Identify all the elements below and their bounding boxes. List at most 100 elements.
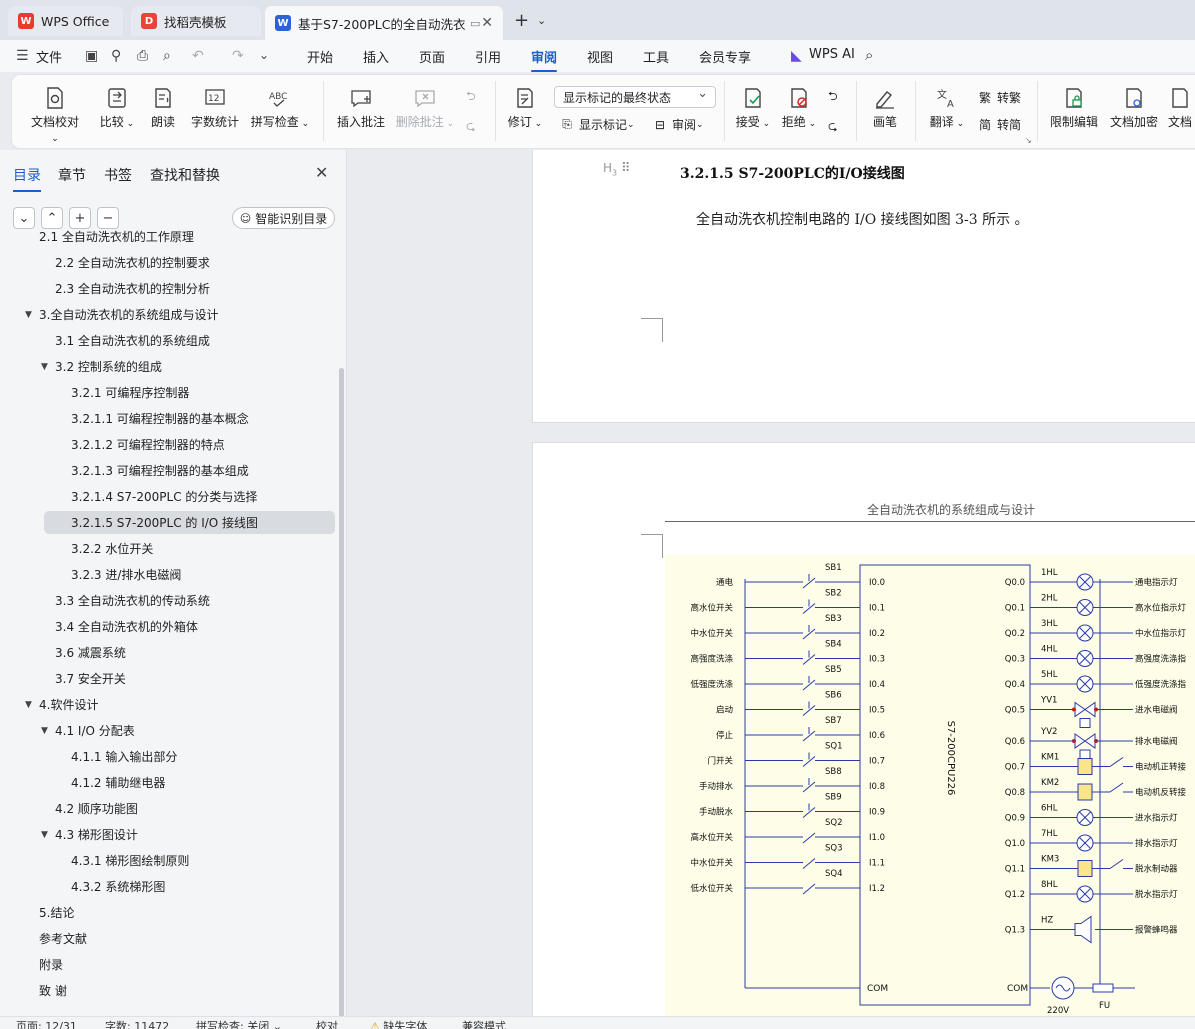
markup-state-select[interactable]: 显示标记的最终状态 <box>554 86 716 108</box>
toc-item[interactable]: 3.7 安全开关 <box>55 667 126 690</box>
toc-item[interactable]: 参考文献 <box>39 927 87 950</box>
caret-down-icon[interactable]: ▼ <box>25 310 39 320</box>
smart-toc-button[interactable]: ☺ 智能识别目录 <box>232 207 335 229</box>
toc-item[interactable]: 2.1 全自动洗衣机的工作原理 <box>39 225 194 248</box>
print-preview-icon[interactable]: ⌕ <box>163 48 171 64</box>
pen-button[interactable]: 画笔 <box>870 83 900 130</box>
next-change-icon[interactable]: ⮎ <box>828 117 838 138</box>
menu-view[interactable]: 视图 <box>587 47 613 66</box>
toc-item[interactable]: 5.结论 <box>39 901 74 924</box>
menu-wps-ai[interactable]: WPS AI <box>809 47 855 62</box>
tab-list-chevron-icon[interactable]: ⌄ <box>537 14 546 27</box>
menu-member[interactable]: 会员专享 <box>699 47 751 66</box>
toc-item[interactable]: 3.6 减震系统 <box>55 641 126 664</box>
revise-button[interactable]: 修订 ⌄ <box>506 83 544 130</box>
caret-down-icon[interactable]: ▼ <box>41 830 55 840</box>
delete-comment-button[interactable]: 删除批注 ⌄ <box>395 83 455 130</box>
print-icon[interactable]: ⎙ <box>137 48 148 64</box>
toc-item[interactable]: 3.2.3 进/排水电磁阀 <box>71 563 181 586</box>
save-icon[interactable]: ▣ <box>85 48 98 64</box>
tab-docer[interactable]: D 找稻壳模板 <box>131 6 261 36</box>
menu-home[interactable]: 开始 <box>307 47 333 66</box>
doc-check-button[interactable]: 文档校对 ⌄ <box>26 83 84 144</box>
nav-tab-toc[interactable]: 目录 <box>13 165 41 192</box>
toc-item[interactable]: 3.2.1 可编程序控制器 <box>71 381 189 404</box>
toc-item[interactable]: 3.2.1.3 可编程控制器的基本组成 <box>71 459 249 482</box>
prev-comment-icon[interactable]: ⮌ <box>466 87 476 108</box>
heading-marker[interactable]: H3 ⠿ <box>603 161 630 177</box>
toc-item[interactable]: ▼ 4.3 梯形图设计 <box>41 823 138 846</box>
nav-tab-sections[interactable]: 章节 <box>58 165 86 185</box>
translate-button[interactable]: 文A 翻译 ⌄ <box>926 83 968 130</box>
toc-item[interactable]: ▼ 3.全自动洗衣机的系统组成与设计 <box>25 303 218 326</box>
toc-item[interactable]: 3.2.1.4 S7-200PLC 的分类与选择 <box>71 485 257 508</box>
toc-item[interactable]: 4.2 顺序功能图 <box>55 797 138 820</box>
toc-item[interactable]: 4.1.2 辅助继电器 <box>71 771 165 794</box>
to-traditional-button[interactable]: 繁 转繁 <box>977 89 1021 106</box>
next-comment-icon[interactable]: ⮎ <box>466 117 476 138</box>
menu-tools[interactable]: 工具 <box>643 47 669 66</box>
caret-down-icon[interactable]: ▼ <box>41 726 55 736</box>
close-tab-icon[interactable]: ✕ <box>481 15 493 31</box>
read-aloud-button[interactable]: 朗读 <box>148 83 178 130</box>
toc-item[interactable]: 4.3.2 系统梯形图 <box>71 875 165 898</box>
share-icon[interactable]: ⚲ <box>111 48 121 64</box>
nav-tab-find-replace[interactable]: 查找和替换 <box>150 165 220 185</box>
compare-button[interactable]: 比较 ⌄ <box>96 83 138 130</box>
toc-item[interactable]: 3.2.1.1 可编程控制器的基本概念 <box>71 407 249 430</box>
markup-state-value: 显示标记的最终状态 <box>563 91 672 105</box>
spell-check-button[interactable]: ABC 拼写检查 ⌄ <box>250 83 310 130</box>
to-simplified-button[interactable]: 简 转简 <box>977 116 1021 133</box>
toc-item[interactable]: 3.2.2 水位开关 <box>71 537 153 560</box>
review-pane-button[interactable]: ⊟ 审阅 ⌄ <box>652 116 704 133</box>
toc-item[interactable]: 2.2 全自动洗衣机的控制要求 <box>55 251 210 274</box>
status-page[interactable]: 页面: 12/31 <box>16 1018 77 1029</box>
toc-item[interactable]: 4.3.1 梯形图绘制原则 <box>71 849 189 872</box>
toc-item[interactable]: 3.1 全自动洗衣机的系统组成 <box>55 329 210 352</box>
toc-item[interactable]: 3.4 全自动洗衣机的外箱体 <box>55 615 198 638</box>
menu-page[interactable]: 页面 <box>419 47 445 66</box>
redo-icon[interactable]: ↷ <box>232 48 244 64</box>
dialog-launcher-icon[interactable]: ↘ <box>1025 136 1032 145</box>
tab-document[interactable]: W 基于S7-200PLC的全自动洗衣机 ▭ ✕ <box>265 6 503 40</box>
word-count-button[interactable]: 12 字数统计 <box>190 83 240 130</box>
menu-reference[interactable]: 引用 <box>475 47 501 66</box>
menu-review[interactable]: 审阅 <box>531 47 558 72</box>
insert-comment-button[interactable]: 插入批注 <box>335 83 387 130</box>
encrypt-button[interactable]: 文档加密 <box>1108 83 1160 130</box>
accept-button[interactable]: 接受 ⌄ <box>734 83 772 130</box>
toc-item[interactable]: 3.2.1.5 S7-200PLC 的 I/O 接线图 <box>44 511 335 534</box>
close-pane-icon[interactable]: ✕ <box>315 163 328 182</box>
toc-item[interactable]: ▼ 4.1 I/O 分配表 <box>41 719 135 742</box>
toc-scrollbar[interactable] <box>339 368 344 1016</box>
toc-item[interactable]: 3.2.1.2 可编程控制器的特点 <box>71 433 225 456</box>
menu-insert[interactable]: 插入 <box>363 47 389 66</box>
nav-tab-bookmarks[interactable]: 书签 <box>104 165 132 185</box>
toc-item[interactable]: ▼ 4.软件设计 <box>25 693 98 716</box>
toc-item[interactable]: ▼ 3.2 控制系统的组成 <box>41 355 162 378</box>
quick-access-chevron-icon[interactable]: ⌄ <box>259 48 269 62</box>
caret-down-icon[interactable]: ▼ <box>41 362 55 372</box>
reject-button[interactable]: 拒绝 ⌄ <box>780 83 818 130</box>
toc-item[interactable]: 致 谢 <box>39 979 67 1002</box>
toc-item[interactable]: 附录 <box>39 953 63 976</box>
show-markup-button[interactable]: ⎘ 显示标记 ⌄ <box>559 116 634 133</box>
restrict-edit-button[interactable]: 限制编辑 <box>1048 83 1100 130</box>
status-proof[interactable]: 校对 <box>316 1018 338 1029</box>
status-spell[interactable]: 拼写检查: 关闭 ⌄ <box>196 1018 282 1029</box>
menu-file[interactable]: 文件 <box>36 47 62 66</box>
toc-item[interactable]: 3.3 全自动洗衣机的传动系统 <box>55 589 210 612</box>
undo-icon[interactable]: ↶ <box>192 48 204 64</box>
hamburger-icon[interactable]: ☰ <box>16 48 29 64</box>
tab-wps-office[interactable]: W WPS Office <box>8 6 123 36</box>
doc-more-button[interactable]: 文档 <box>1168 83 1195 130</box>
status-word-count[interactable]: 字数: 11472 <box>105 1018 169 1029</box>
new-tab-icon[interactable]: + <box>514 10 529 31</box>
toc-item[interactable]: 4.1.1 输入输出部分 <box>71 745 177 768</box>
search-icon[interactable]: ⌕ <box>865 46 873 64</box>
caret-down-icon[interactable]: ▼ <box>25 700 39 710</box>
expand-down-button[interactable]: ⌄ <box>13 207 35 229</box>
status-missing-font[interactable]: ⚠ 缺失字体 <box>370 1018 427 1029</box>
toc-item[interactable]: 2.3 全自动洗衣机的控制分析 <box>55 277 210 300</box>
prev-change-icon[interactable]: ⮌ <box>828 87 838 108</box>
